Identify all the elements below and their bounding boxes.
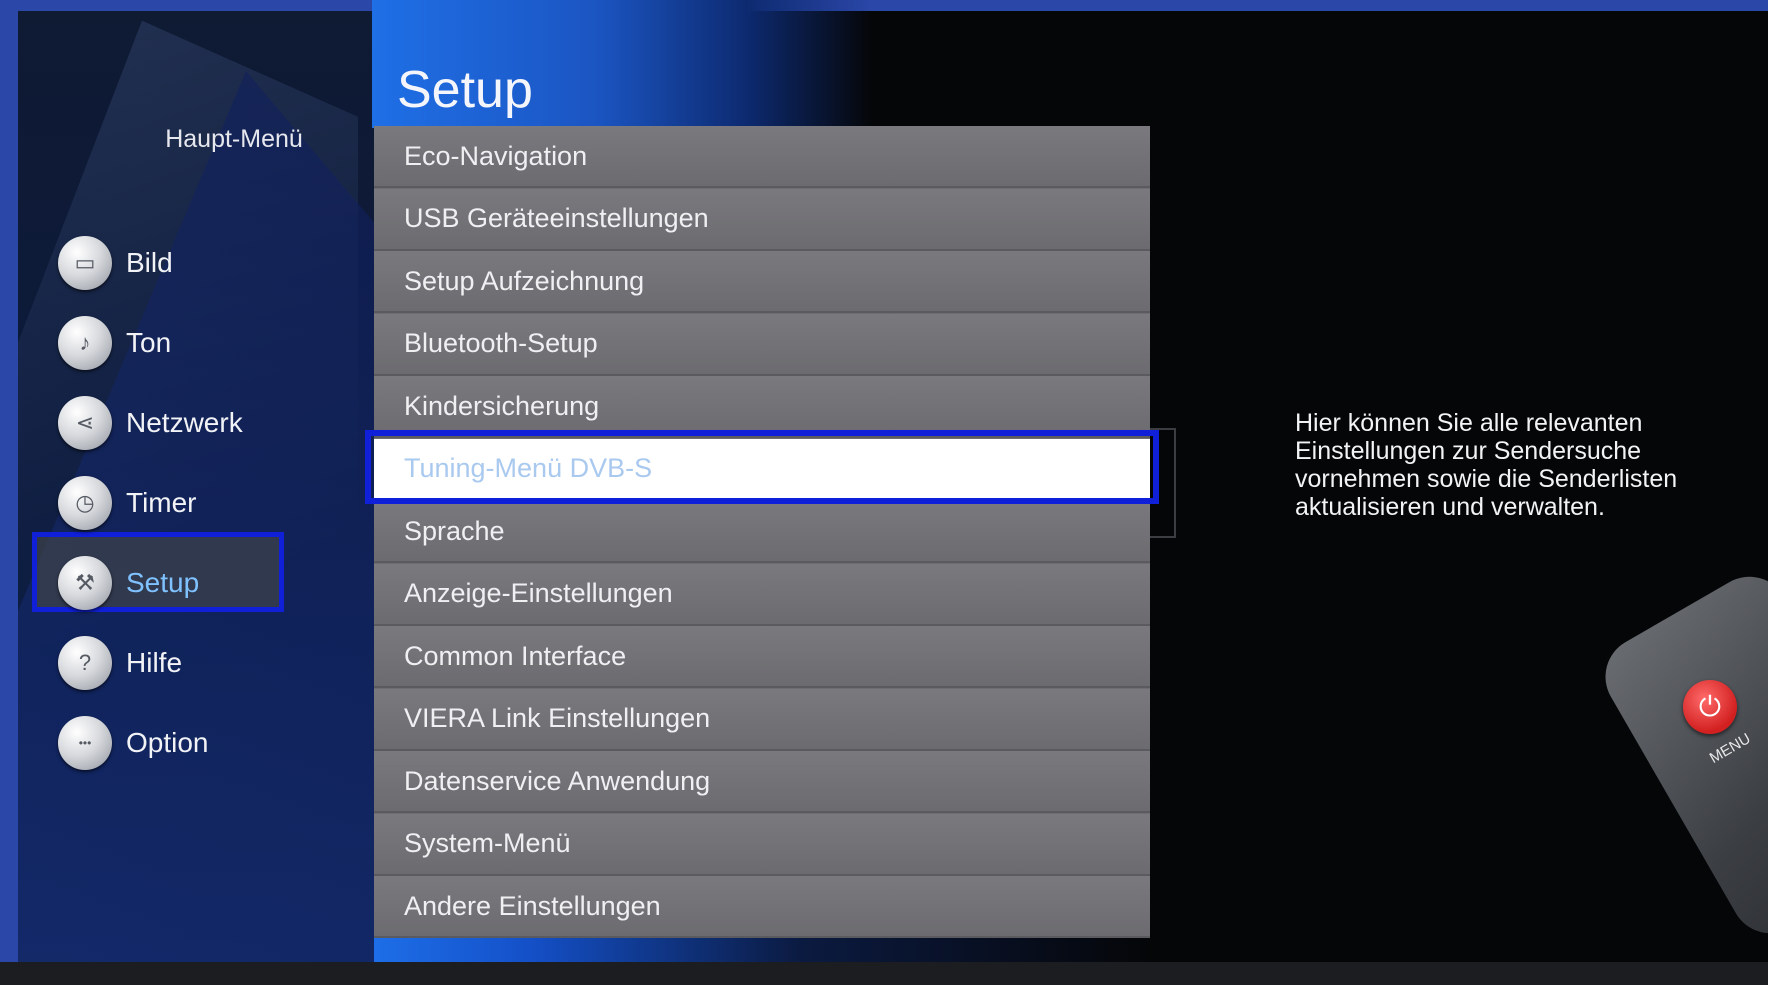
setup-menu-item[interactable]: Setup Aufzeichnung <box>374 251 1150 313</box>
setup-title: Setup <box>397 61 533 119</box>
tv-bezel <box>0 962 1768 985</box>
main-menu-item-label: Bild <box>126 247 173 278</box>
main-menu-item-label: Ton <box>126 327 172 358</box>
tv-icon: ▭ <box>58 236 112 290</box>
main-menu-item-hilfe[interactable]: ? Hilfe <box>58 632 358 694</box>
main-menu-item-bild[interactable]: ▭ Bild <box>58 232 358 294</box>
setup-menu-item[interactable]: Eco-Navigation <box>374 126 1150 188</box>
option-dots-icon: ••• <box>58 716 112 770</box>
clock-icon: ◷ <box>58 476 112 530</box>
description-connector <box>1150 428 1176 538</box>
wrench-icon: ⚒ <box>58 556 112 610</box>
setup-menu-item[interactable]: Sprache <box>374 501 1150 563</box>
main-menu-item-netzwerk[interactable]: ⋖ Netzwerk <box>58 392 358 454</box>
setup-menu-list: Eco-Navigation USB Geräteeinstellungen Set… <box>374 126 1150 938</box>
setup-menu-item[interactable]: Anzeige-Einstellungen <box>374 563 1150 626</box>
help-icon: ? <box>58 636 112 690</box>
main-menu-item-setup[interactable]: ⚒ Setup <box>58 552 358 614</box>
music-note-icon: ♪ <box>58 316 112 370</box>
main-menu-item-label: Hilfe <box>126 647 183 678</box>
main-menu-item-option[interactable]: ••• Option <box>58 712 358 774</box>
menu-footer-bar <box>374 938 1150 962</box>
menu-description: Hier können Sie alle relevanten Einstell… <box>1295 409 1678 521</box>
setup-menu-item[interactable]: Datenservice Anwendung <box>374 751 1150 813</box>
setup-menu-item[interactable]: VIERA Link Einstellungen <box>374 688 1150 751</box>
setup-menu-item[interactable]: USB Geräteeinstellungen <box>374 188 1150 251</box>
setup-menu-item[interactable]: Kindersicherung <box>374 376 1150 438</box>
main-menu-title: Haupt-Menü <box>165 125 303 153</box>
main-menu-item-timer[interactable]: ◷ Timer <box>58 472 358 534</box>
main-menu-item-ton[interactable]: ♪ Ton <box>58 312 358 374</box>
power-button-icon: ⏻ <box>1683 680 1737 734</box>
main-menu-item-label: Option <box>126 727 209 758</box>
main-menu-item-label: Timer <box>126 487 197 518</box>
main-menu-item-label: Netzwerk <box>126 407 243 438</box>
setup-menu-item[interactable]: Andere Einstellungen <box>374 876 1150 938</box>
selection-frame <box>365 430 1159 504</box>
setup-menu-item[interactable]: Bluetooth-Setup <box>374 313 1150 376</box>
setup-menu-item[interactable]: System-Menü <box>374 813 1150 876</box>
setup-menu-item[interactable]: Common Interface <box>374 626 1150 688</box>
main-menu-item-label: Setup <box>126 567 200 598</box>
share-network-icon: ⋖ <box>58 396 112 450</box>
